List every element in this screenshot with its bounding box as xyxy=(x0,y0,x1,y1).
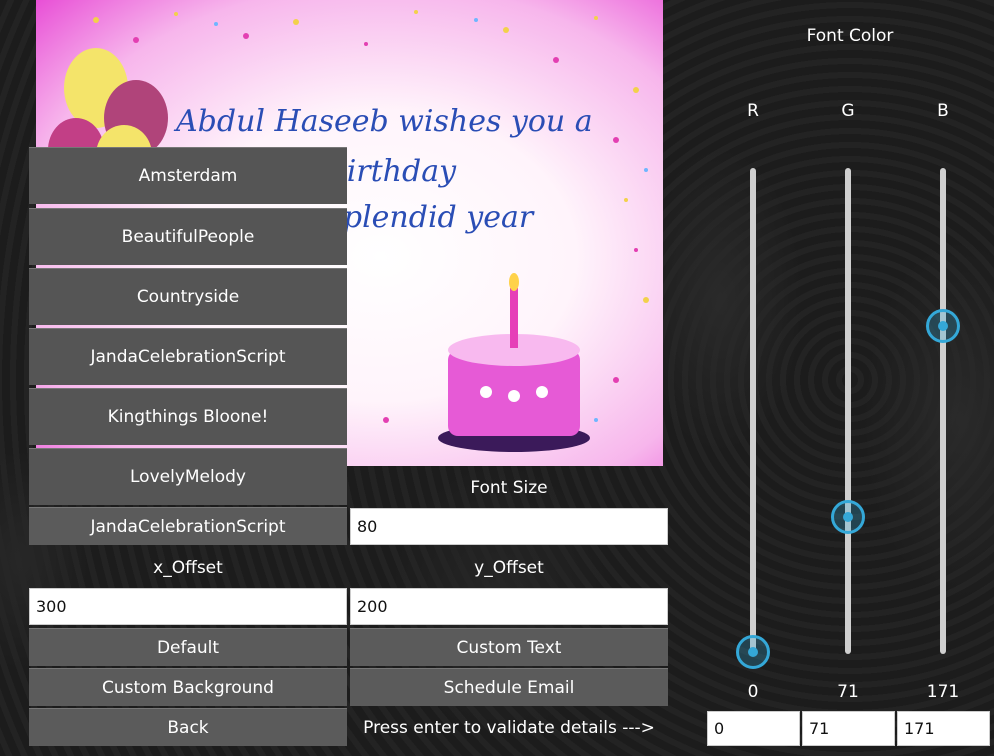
b-slider-track[interactable] xyxy=(940,168,946,654)
b-value-input[interactable]: 171 xyxy=(897,711,990,746)
r-value-input[interactable]: 0 xyxy=(707,711,800,746)
x-offset-label: x_Offset xyxy=(153,558,223,578)
g-value-display: 71 xyxy=(837,682,859,702)
font-size-label: Font Size xyxy=(470,478,548,498)
r-value-display: 0 xyxy=(747,682,759,702)
font-size-input[interactable]: 80 xyxy=(350,508,668,545)
font-option-countryside[interactable]: Countryside xyxy=(29,268,347,325)
font-option-beautifulpeople[interactable]: BeautifulPeople xyxy=(29,208,347,265)
r-slider-label: R xyxy=(747,101,759,121)
font-option-kingthings-bloone[interactable]: Kingthings Bloone! xyxy=(29,388,347,445)
schedule-email-button[interactable]: Schedule Email xyxy=(350,668,668,706)
default-button[interactable]: Default xyxy=(29,628,347,666)
y-offset-label: y_Offset xyxy=(474,558,544,578)
g-slider-track[interactable] xyxy=(845,168,851,654)
y-offset-input[interactable]: 200 xyxy=(350,588,668,625)
g-value-input[interactable]: 71 xyxy=(802,711,895,746)
b-slider-label: B xyxy=(937,101,949,121)
font-option-lovelymelody[interactable]: LovelyMelody xyxy=(29,448,347,505)
custom-background-button[interactable]: Custom Background xyxy=(29,668,347,706)
r-slider-handle[interactable] xyxy=(736,635,770,669)
b-value-display: 171 xyxy=(926,682,960,702)
font-select-button[interactable]: JandaCelebrationScript xyxy=(29,507,347,545)
font-option-amsterdam[interactable]: Amsterdam xyxy=(29,147,347,204)
font-option-jandacelebrationscript[interactable]: JandaCelebrationScript xyxy=(29,328,347,385)
r-slider-track[interactable] xyxy=(750,168,756,654)
g-slider-label: G xyxy=(841,101,855,121)
custom-text-button[interactable]: Custom Text xyxy=(350,628,668,666)
x-offset-input[interactable]: 300 xyxy=(29,588,347,625)
cake-icon xyxy=(438,273,590,452)
font-color-title: Font Color xyxy=(806,26,894,46)
card-greeting-line-1: Abdul Haseeb wishes you a xyxy=(176,104,593,139)
b-slider-handle[interactable] xyxy=(926,309,960,344)
back-button[interactable]: Back xyxy=(29,708,347,746)
g-slider-handle[interactable] xyxy=(831,499,865,534)
validate-hint: Press enter to validate details ---> xyxy=(363,718,655,738)
